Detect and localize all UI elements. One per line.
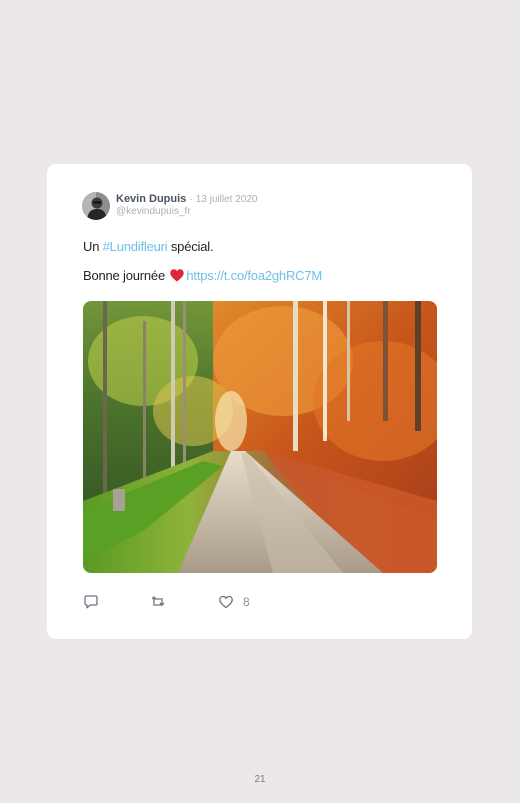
like-count: 8 <box>243 595 250 609</box>
red-heart-emoji-icon <box>170 269 185 285</box>
retweet-icon[interactable] <box>150 594 166 610</box>
hashtag-link[interactable]: #Lundifleuri <box>103 239 168 254</box>
tweet-date[interactable]: 13 juillet 2020 <box>196 194 258 205</box>
avatar-image <box>82 192 110 220</box>
tweet-photo[interactable] <box>83 301 437 573</box>
heart-outline-icon[interactable] <box>218 594 234 610</box>
tweet-url-link[interactable]: https://t.co/foa2ghRC7M <box>186 268 322 283</box>
text-fragment: Bonne journée <box>83 268 165 283</box>
autumn-forest-path-image <box>83 301 437 573</box>
tweet-header: Kevin Dupuis · 13 juillet 2020 @kevindup… <box>82 192 257 220</box>
name-line: Kevin Dupuis · 13 juillet 2020 <box>116 193 257 205</box>
tweet-card: Kevin Dupuis · 13 juillet 2020 @kevindup… <box>47 164 472 639</box>
text-fragment: spécial. <box>167 239 214 254</box>
tweet-actions: 8 <box>83 594 283 610</box>
tweet-text-line-2: Bonne journée https://t.co/foa2ghRC7M <box>83 268 322 285</box>
author-meta: Kevin Dupuis · 13 juillet 2020 @kevindup… <box>116 193 257 217</box>
author-name[interactable]: Kevin Dupuis <box>116 193 186 205</box>
tweet-text-line-1: Un #Lundifleuri spécial. <box>83 239 214 254</box>
page-number: 21 <box>254 774 266 785</box>
author-handle[interactable]: @kevindupuis_fr <box>116 206 257 217</box>
avatar[interactable] <box>82 192 110 220</box>
reply-icon[interactable] <box>83 594 99 610</box>
text-fragment: Un <box>83 239 103 254</box>
separator-dot: · <box>189 194 193 205</box>
